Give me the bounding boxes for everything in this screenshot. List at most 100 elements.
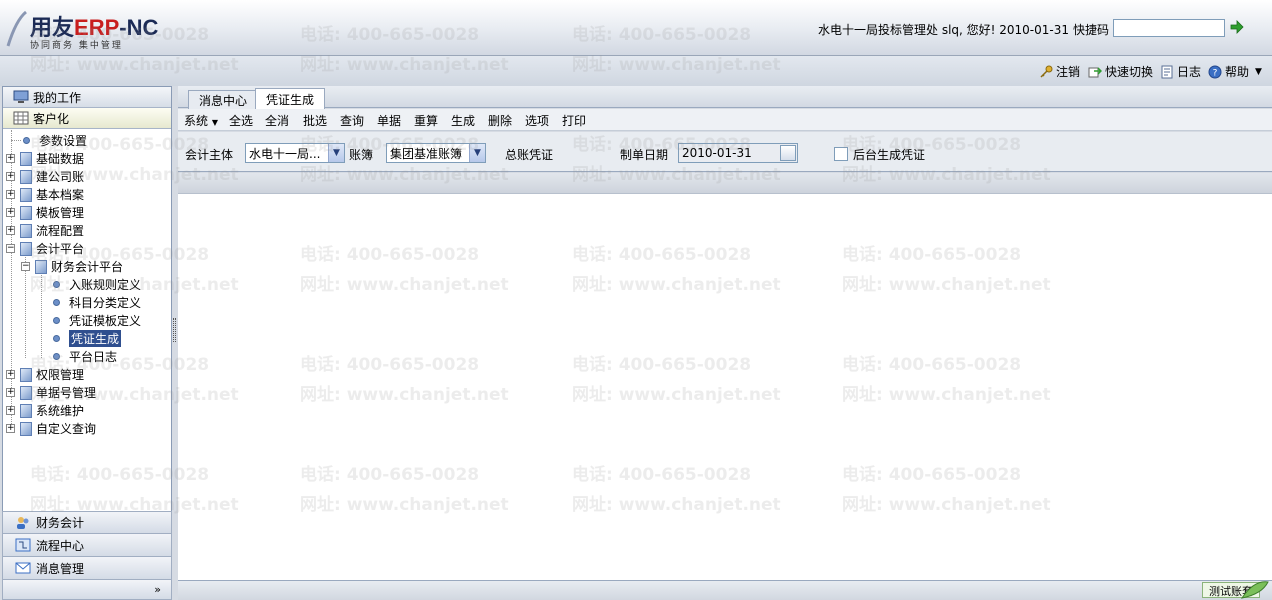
logout-button[interactable]: 注销	[1039, 63, 1080, 80]
tree-item-workflow[interactable]: + 流程配置	[6, 222, 84, 239]
folder-icon	[20, 385, 32, 400]
tab-message-center[interactable]: 消息中心	[188, 90, 259, 109]
folder-icon	[20, 187, 32, 202]
log-label: 日志	[1177, 65, 1202, 79]
help-icon: ?	[1208, 65, 1222, 78]
tree-item-platform-log[interactable]: 平台日志	[53, 348, 117, 365]
tree-item-voucher-template[interactable]: 凭证模板定义	[53, 312, 141, 329]
top-toolbar	[0, 56, 1272, 86]
nav-finance[interactable]: 财务会计	[2, 511, 172, 534]
tree-item-template[interactable]: + 模板管理	[6, 204, 84, 221]
tree-item-doc-number[interactable]: + 单据号管理	[6, 384, 96, 401]
tab-voucher-generate[interactable]: 凭证生成	[255, 88, 326, 109]
date-field[interactable]: 2010-01-31	[678, 143, 798, 163]
nav-customize[interactable]: 客户化	[3, 108, 171, 129]
folder-icon	[20, 241, 32, 256]
folder-icon	[20, 403, 32, 418]
help-label: 帮助	[1225, 65, 1250, 79]
menu-recalculate[interactable]: 重算	[414, 112, 438, 129]
folder-icon	[20, 367, 32, 382]
expand-icon[interactable]: +	[6, 226, 15, 235]
quick-code-label: 快捷码	[1073, 23, 1110, 37]
tree-item-accounting-platform[interactable]: − 会计平台	[6, 240, 84, 257]
expand-icon[interactable]: +	[6, 370, 15, 379]
flow-icon	[15, 538, 31, 552]
expand-icon[interactable]: +	[6, 172, 15, 181]
menu-print[interactable]: 打印	[562, 112, 586, 129]
date-label: 制单日期	[620, 148, 669, 162]
nav-workflow-center-label: 流程中心	[36, 538, 85, 553]
menu-deselect-all[interactable]: 全消	[265, 112, 289, 129]
folder-icon	[20, 169, 32, 184]
entity-select[interactable]: 水电十一局... ▼	[245, 143, 345, 163]
tree-item-basic-data[interactable]: + 基础数据	[6, 150, 84, 167]
expand-icon[interactable]: +	[6, 406, 15, 415]
menu-delete[interactable]: 删除	[488, 112, 512, 129]
nav-customize-label: 客户化	[33, 111, 70, 126]
help-button[interactable]: ? 帮助 ▼	[1208, 63, 1262, 80]
menu-document[interactable]: 单据	[377, 112, 401, 129]
tree-item-posting-rules[interactable]: 入账规则定义	[53, 276, 141, 293]
collapse-icon[interactable]: −	[6, 244, 15, 253]
chevron-down-icon[interactable]: ▼	[469, 144, 485, 162]
menu-query[interactable]: 查询	[340, 112, 364, 129]
tree-item-subject-class[interactable]: 科目分类定义	[53, 294, 141, 311]
menu-options[interactable]: 选项	[525, 112, 549, 129]
nav-more[interactable]: »	[2, 580, 172, 600]
tree-item-archive[interactable]: + 基本档案	[6, 186, 84, 203]
quick-code-input[interactable]	[1113, 19, 1225, 37]
expand-icon[interactable]: +	[6, 388, 15, 397]
expand-icon[interactable]: +	[6, 190, 15, 199]
tree-line	[41, 272, 42, 358]
tree-item-maintenance[interactable]: + 系统维护	[6, 402, 84, 419]
menu-select-all[interactable]: 全选	[229, 112, 253, 129]
calendar-icon[interactable]	[780, 145, 796, 161]
tree-item-custom-query[interactable]: + 自定义查询	[6, 420, 96, 437]
expand-icon[interactable]: +	[6, 424, 15, 433]
expand-icon[interactable]: +	[6, 208, 15, 217]
help-dropdown-icon[interactable]: ▼	[1255, 67, 1262, 77]
chevron-down-icon[interactable]: ▼	[328, 144, 344, 162]
menu-batch-select[interactable]: 批选	[303, 112, 327, 129]
folder-icon	[20, 151, 32, 166]
collapse-icon[interactable]: −	[21, 262, 30, 271]
bullet-icon	[53, 299, 60, 306]
logo-brand-b: ERP	[74, 15, 120, 40]
menu-generate[interactable]: 生成	[451, 112, 475, 129]
logo: 用友ERP-NC 协同商务 集中管理	[6, 4, 186, 52]
background-generate-label: 后台生成凭证	[853, 148, 926, 162]
panel-splitter-handle[interactable]	[173, 318, 176, 342]
nav-my-work[interactable]: 我的工作	[3, 87, 171, 108]
leaf-icon	[1240, 581, 1269, 599]
folder-icon	[20, 205, 32, 220]
entity-label: 会计主体	[185, 148, 234, 162]
background-generate-checkbox[interactable]	[834, 147, 848, 161]
tree-item-voucher-generate[interactable]: 凭证生成	[53, 330, 122, 347]
tree-item-company[interactable]: + 建公司账	[6, 168, 84, 185]
logo-brand-a: 用友	[30, 15, 75, 40]
summary-voucher-label: 总账凭证	[505, 148, 554, 162]
nav-workflow-center[interactable]: 流程中心	[2, 534, 172, 557]
menu-system[interactable]: 系统 ▼	[184, 112, 218, 129]
dropdown-arrow-icon: ▼	[211, 118, 218, 127]
folder-icon	[20, 223, 32, 238]
quick-switch-button[interactable]: 快速切换	[1088, 63, 1153, 80]
tree-item-permissions[interactable]: + 权限管理	[6, 366, 84, 383]
app-header: 用友ERP-NC 协同商务 集中管理 水电十一局投标管理处 slq, 您好! 2…	[0, 0, 1272, 56]
book-select[interactable]: 集团基准账簿 ▼	[386, 143, 486, 163]
voucher-grid[interactable]	[178, 194, 1272, 580]
log-icon	[1161, 65, 1173, 78]
go-arrow-icon[interactable]	[1230, 20, 1244, 34]
tree-item-params[interactable]: 参数设置	[11, 132, 87, 149]
nav-messages[interactable]: 消息管理	[2, 557, 172, 580]
logo-brand-c: -NC	[119, 15, 159, 40]
key-icon	[1040, 65, 1053, 78]
users-icon	[17, 516, 29, 529]
bullet-icon	[53, 281, 60, 288]
expand-icon[interactable]: +	[6, 154, 15, 163]
tree-item-finance-platform[interactable]: − 财务会计平台	[21, 258, 123, 275]
log-button[interactable]: 日志	[1160, 63, 1201, 80]
grid-header	[178, 173, 1272, 194]
book-label: 账簿	[349, 148, 374, 162]
expand-more-icon[interactable]: »	[154, 583, 161, 596]
